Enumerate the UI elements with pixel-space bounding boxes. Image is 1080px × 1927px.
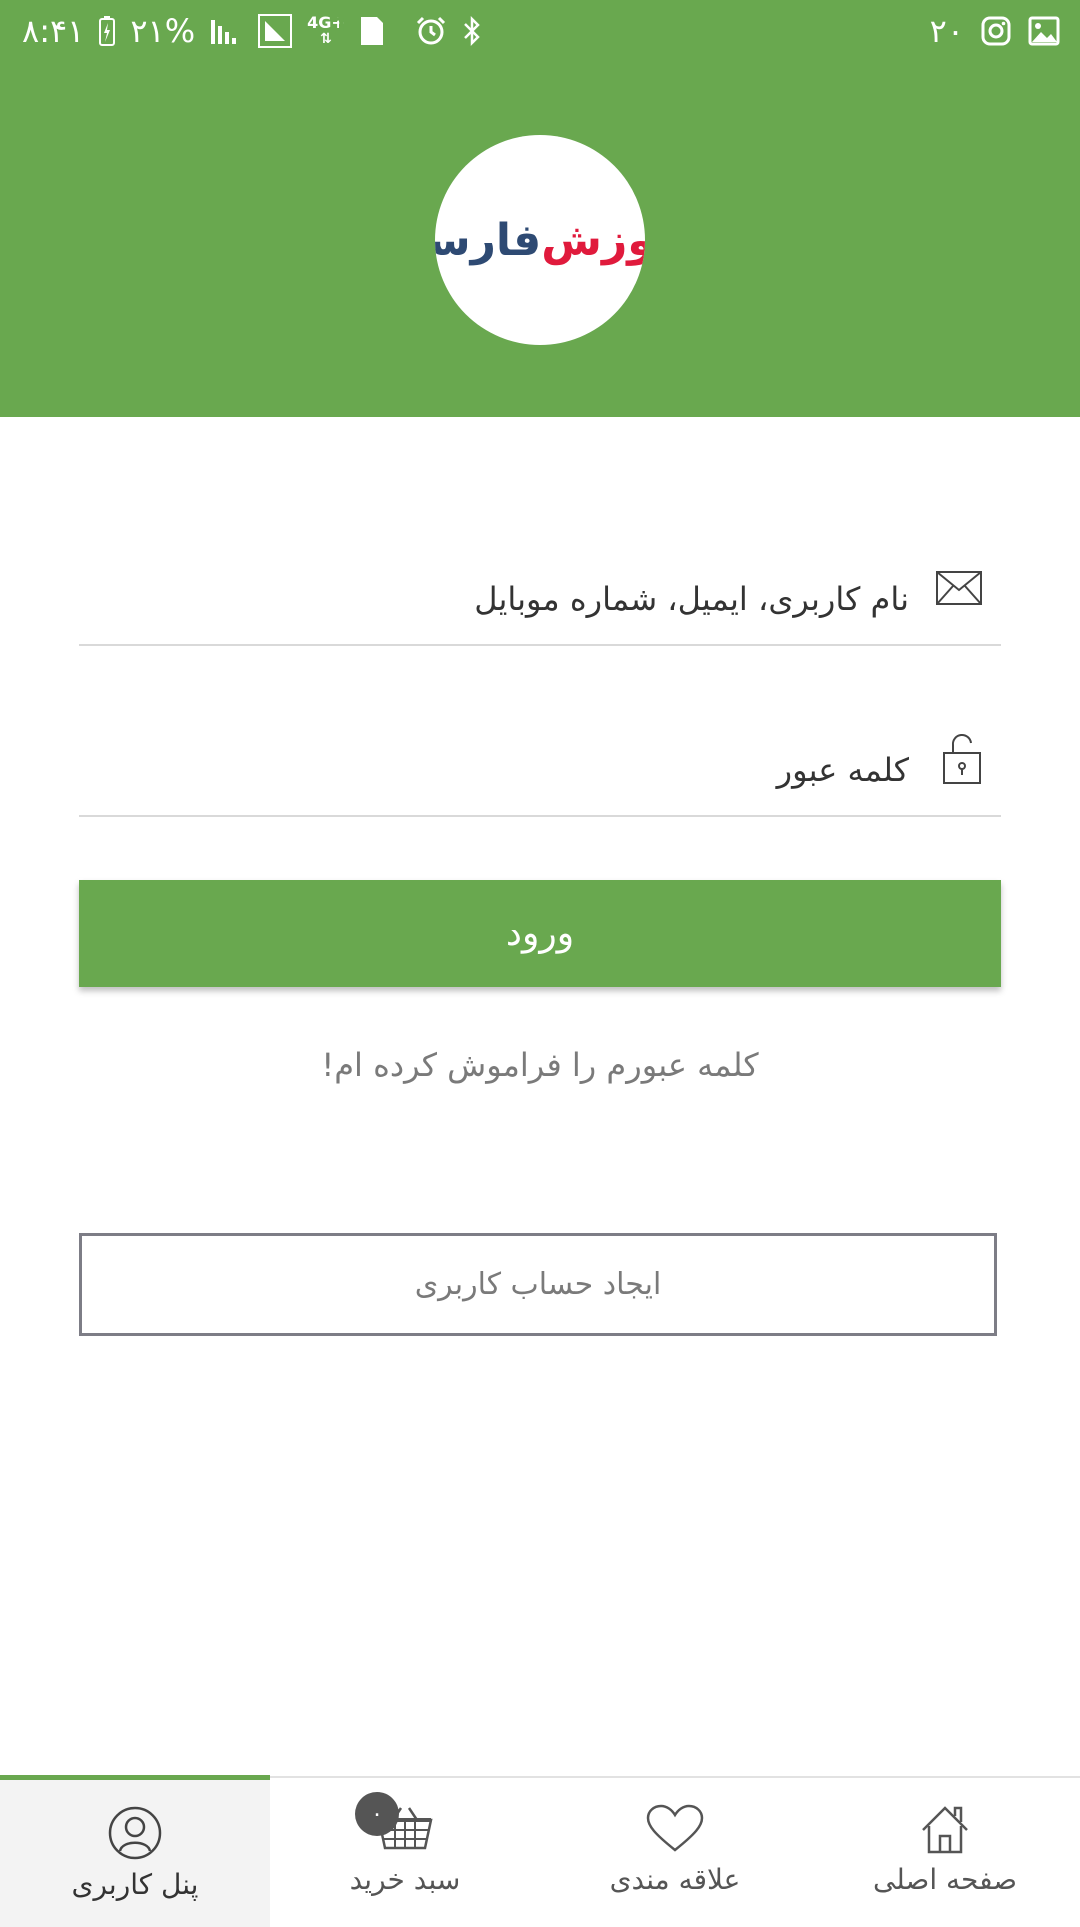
create-account-label: ایجاد حساب کاربری <box>414 1267 662 1302</box>
image-icon <box>1028 16 1060 46</box>
password-placeholder: کلمه عبور <box>776 751 909 789</box>
nav-home-label: صفحه اصلی <box>872 1863 1018 1896</box>
forgot-password-link[interactable]: کلمه عبورم را فراموش کرده ام! <box>0 1046 1080 1084</box>
app-header: ۸:۴۱ ۲۱% 4G+ ⇅ 1 ۲۰ فارس وزش <box>0 0 1080 417</box>
unlock-icon <box>941 733 983 789</box>
brand-logo-text-red: آموزش <box>541 214 645 266</box>
nav-cart-label: سبد خرید <box>349 1863 461 1896</box>
cart-count-badge: ۰ <box>355 1792 399 1836</box>
username-field[interactable]: نام کاربری، ایمیل، شماره موبایل <box>79 560 1001 646</box>
username-placeholder: نام کاربری، ایمیل، شماره موبایل <box>474 580 909 618</box>
sim-slot-number: 1 <box>333 15 349 40</box>
brand-logo: فارسی آموزش <box>435 135 645 345</box>
clock: ۸:۴۱ <box>22 12 85 50</box>
signal-box-icon <box>257 13 293 49</box>
battery-percent: ۲۱% <box>130 12 196 50</box>
brand-logo-text: فارسی آموزش <box>435 215 645 266</box>
nav-favorites[interactable]: علاقه مندی <box>540 1778 810 1922</box>
instagram-icon <box>980 15 1012 47</box>
nav-user-panel-label: پنل کاربری <box>71 1868 199 1901</box>
login-button-label: ورود <box>505 913 575 954</box>
signal-icon <box>209 16 243 46</box>
brand-logo-text-blue: فارسی <box>435 214 543 266</box>
notification-count: ۲۰ <box>929 12 964 50</box>
nav-favorites-label: علاقه مندی <box>609 1863 741 1896</box>
status-bar-right: ۲۰ <box>930 12 1060 50</box>
login-button[interactable]: ورود <box>79 880 1001 987</box>
nav-home[interactable]: صفحه اصلی <box>810 1778 1080 1922</box>
password-field[interactable]: کلمه عبور <box>79 725 1001 817</box>
sim-card-icon <box>359 15 385 47</box>
nav-cart[interactable]: سبد خرید <box>270 1778 540 1922</box>
status-bar-left: ۸:۴۱ ۲۱% 4G+ ⇅ 1 <box>22 12 483 50</box>
user-circle-icon <box>108 1806 162 1864</box>
data-arrows-icon: ⇅ <box>320 31 332 47</box>
home-icon <box>919 1804 971 1860</box>
envelope-icon <box>935 570 983 610</box>
battery-charging-icon <box>98 15 116 47</box>
bottom-navigation: پنل کاربری سبد خرید علاقه مندی صفحه اصلی… <box>0 1775 1080 1927</box>
status-bar: ۸:۴۱ ۲۱% 4G+ ⇅ 1 ۲۰ <box>0 0 1080 64</box>
nav-user-panel[interactable]: پنل کاربری <box>0 1775 270 1927</box>
alarm-icon <box>415 15 447 47</box>
create-account-button[interactable]: ایجاد حساب کاربری <box>79 1233 997 1336</box>
heart-icon <box>645 1804 705 1858</box>
bluetooth-icon <box>461 15 483 47</box>
